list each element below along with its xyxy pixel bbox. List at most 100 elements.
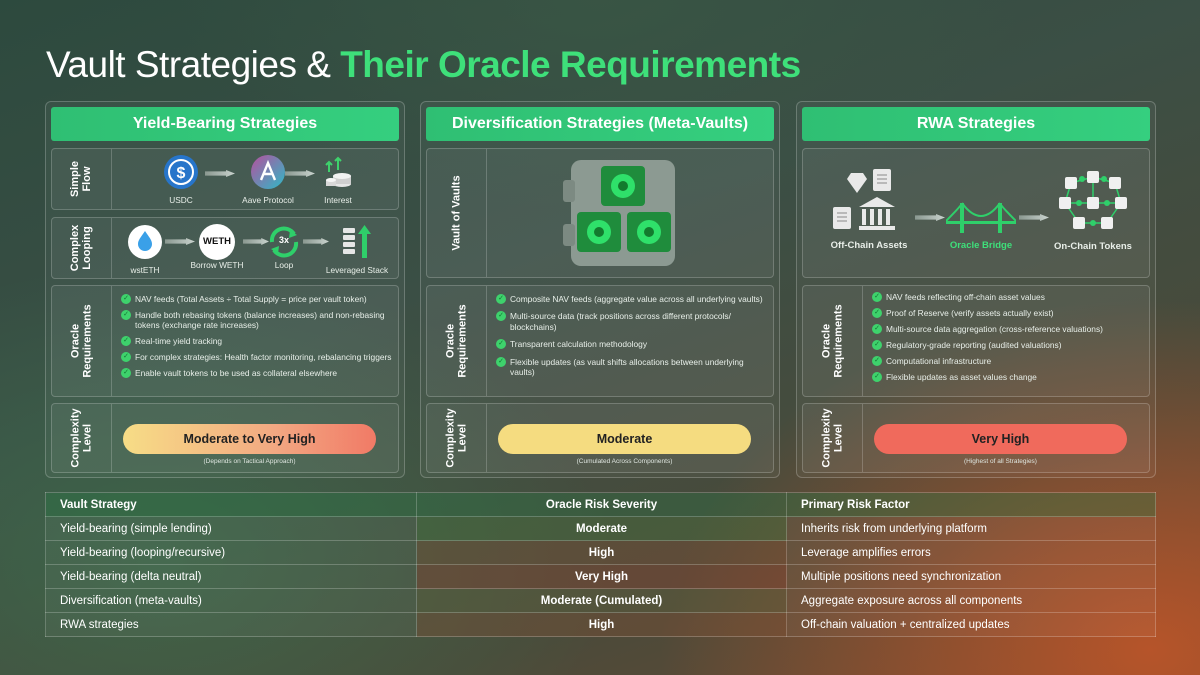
table-cell: Aggregate exposure across all components <box>786 588 1156 613</box>
complexity-note: (Highest of all Strategies) <box>964 458 1037 465</box>
table-cell: Leverage amplifies errors <box>786 540 1156 565</box>
coin-stack-icon <box>325 156 351 187</box>
loop-icon: 3x <box>266 224 302 260</box>
table-row: Yield-bearing (looping/recursive) High L… <box>45 540 1156 565</box>
wsteth-node: wstETH <box>123 224 167 275</box>
yield-bearing-panel: Yield-Bearing Strategies Simple Flow $ U… <box>45 101 405 478</box>
list-item: Composite NAV feeds (aggregate value acr… <box>496 294 767 305</box>
aave-node: Aave Protocol <box>235 154 301 205</box>
off-chain-assets-node: Off-Chain Assets <box>825 167 913 251</box>
bridge-icon <box>945 202 1017 233</box>
table-header-row: Vault Strategy Oracle Risk Severity Prim… <box>45 492 1156 517</box>
row-label: Oracle Requirements <box>69 304 94 378</box>
row-label: Complex Looping <box>69 224 94 272</box>
list-item: NAV feeds reflecting off-chain asset val… <box>872 292 1143 303</box>
requirements-list: Composite NAV feeds (aggregate value acr… <box>496 294 767 384</box>
row-label: Vault of Vaults <box>450 175 463 251</box>
list-item: Computational infrastructure <box>872 355 1143 367</box>
node-caption: Interest <box>324 195 352 205</box>
node-caption: Off-Chain Assets <box>830 240 908 251</box>
column-header: Vault Strategy <box>45 492 417 517</box>
complexity-badge: Moderate to Very High <box>123 424 376 454</box>
list-item: Proof of Reserve (verify assets actually… <box>872 307 1143 319</box>
complex-looping-row: Complex Looping wstETH WETH Borrow WETH … <box>51 217 399 279</box>
node-caption: On-Chain Tokens <box>1054 241 1132 252</box>
complexity-note: (Cumulated Across Components) <box>576 458 673 465</box>
risk-table: Vault Strategy Oracle Risk Severity Prim… <box>45 492 1156 637</box>
table-row: RWA strategies High Off-chain valuation … <box>45 612 1156 637</box>
page-title: Vault Strategies & Their Oracle Requirem… <box>46 44 801 86</box>
requirements-list: NAV feeds reflecting off-chain asset val… <box>872 292 1143 387</box>
list-item: Enable vault tokens to be used as collat… <box>121 368 392 379</box>
row-label: Complexity Level <box>444 408 469 468</box>
vault-of-vaults-row: Vault of Vaults <box>426 148 774 278</box>
table-cell: High <box>416 612 787 637</box>
list-item: Regulatory-grade reporting (audited valu… <box>872 339 1143 351</box>
table-cell: High <box>416 540 787 565</box>
svg-text:$: $ <box>177 165 186 182</box>
complexity-note: (Depends on Tactical Approach) <box>203 458 296 465</box>
vault-of-vaults-icon <box>563 160 675 266</box>
row-label: Simple Flow <box>69 160 94 198</box>
complexity-row: Complexity Level Very High (Highest of a… <box>802 403 1150 473</box>
list-item: Real-time yield tracking <box>121 336 392 347</box>
loop-node: 3x Loop <box>263 224 305 270</box>
oracle-bridge-node: Oracle Bridge <box>941 199 1021 251</box>
column-header: Primary Risk Factor <box>786 492 1156 517</box>
table-row: Yield-bearing (simple lending) Moderate … <box>45 516 1156 541</box>
table-cell: Moderate (Cumulated) <box>416 588 787 613</box>
row-label: Oracle Requirements <box>820 304 845 378</box>
list-item: NAV feeds (Total Assets ÷ Total Supply =… <box>121 294 392 305</box>
complexity-row: Complexity Level Moderate (Cumulated Acr… <box>426 403 774 473</box>
rwa-panel: RWA Strategies Off-Chain Assets Oracle B… <box>796 101 1156 478</box>
oracle-requirements-row: Oracle Requirements NAV feeds (Total Ass… <box>51 285 399 397</box>
table-cell: Yield-bearing (delta neutral) <box>45 564 417 589</box>
row-label: Oracle Requirements <box>444 304 469 378</box>
usdc-node: $ USDC <box>161 154 201 205</box>
panel-heading: Diversification Strategies (Meta-Vaults) <box>426 107 774 141</box>
row-label: Complexity Level <box>820 408 845 468</box>
table-row: Yield-bearing (delta neutral) Very High … <box>45 564 1156 589</box>
wsteth-icon <box>128 225 162 259</box>
node-caption: wstETH <box>130 265 160 275</box>
table-cell: Yield-bearing (simple lending) <box>45 516 417 541</box>
off-chain-assets-icon <box>833 169 895 230</box>
weth-icon: WETH <box>199 224 235 260</box>
node-caption: Borrow WETH <box>190 260 244 270</box>
loop-multiplier: 3x <box>278 235 289 245</box>
requirements-list: NAV feeds (Total Assets ÷ Total Supply =… <box>121 294 392 384</box>
interest-node: Interest <box>313 154 363 205</box>
table-row: Diversification (meta-vaults) Moderate (… <box>45 588 1156 613</box>
column-header: Oracle Risk Severity <box>416 492 787 517</box>
title-main: Vault Strategies & <box>46 44 341 85</box>
list-item: Handle both rebasing tokens (balance inc… <box>121 309 392 331</box>
list-item: Transparent calculation methodology <box>496 339 767 350</box>
title-highlight: Their Oracle Requirements <box>340 44 801 85</box>
table-cell: Inherits risk from underlying platform <box>786 516 1156 541</box>
oracle-requirements-row: Oracle Requirements NAV feeds reflecting… <box>802 285 1150 397</box>
list-item: Flexible updates (as vault shifts alloca… <box>496 356 767 378</box>
rwa-flow-row: Off-Chain Assets Oracle Bridge On-Chain … <box>802 148 1150 278</box>
table-cell: Multiple positions need synchronization <box>786 564 1156 589</box>
node-caption: Loop <box>274 260 294 270</box>
node-caption: Leveraged Stack <box>325 265 389 275</box>
blockchain-icon <box>1059 171 1127 229</box>
complexity-row: Complexity Level Moderate to Very High (… <box>51 403 399 473</box>
usdc-icon: $ <box>164 155 198 189</box>
complexity-badge: Very High <box>874 424 1127 454</box>
weth-node: WETH Borrow WETH <box>187 224 247 270</box>
table-cell: Diversification (meta-vaults) <box>45 588 417 613</box>
table-cell: Moderate <box>416 516 787 541</box>
table-cell: Yield-bearing (looping/recursive) <box>45 540 417 565</box>
complexity-badge: Moderate <box>498 424 751 454</box>
panel-heading: RWA Strategies <box>802 107 1150 141</box>
arrow-icon <box>205 170 235 177</box>
row-label: Complexity Level <box>69 408 94 468</box>
simple-flow-row: Simple Flow $ USDC Aave Protocol Interes… <box>51 148 399 210</box>
panel-heading: Yield-Bearing Strategies <box>51 107 399 141</box>
on-chain-tokens-node: On-Chain Tokens <box>1043 171 1143 252</box>
node-caption: USDC <box>169 195 193 205</box>
list-item: Multi-source data (track positions acros… <box>496 311 767 332</box>
leveraged-stack-node: Leveraged Stack <box>317 224 397 275</box>
list-item: For complex strategies: Health factor mo… <box>121 352 392 363</box>
